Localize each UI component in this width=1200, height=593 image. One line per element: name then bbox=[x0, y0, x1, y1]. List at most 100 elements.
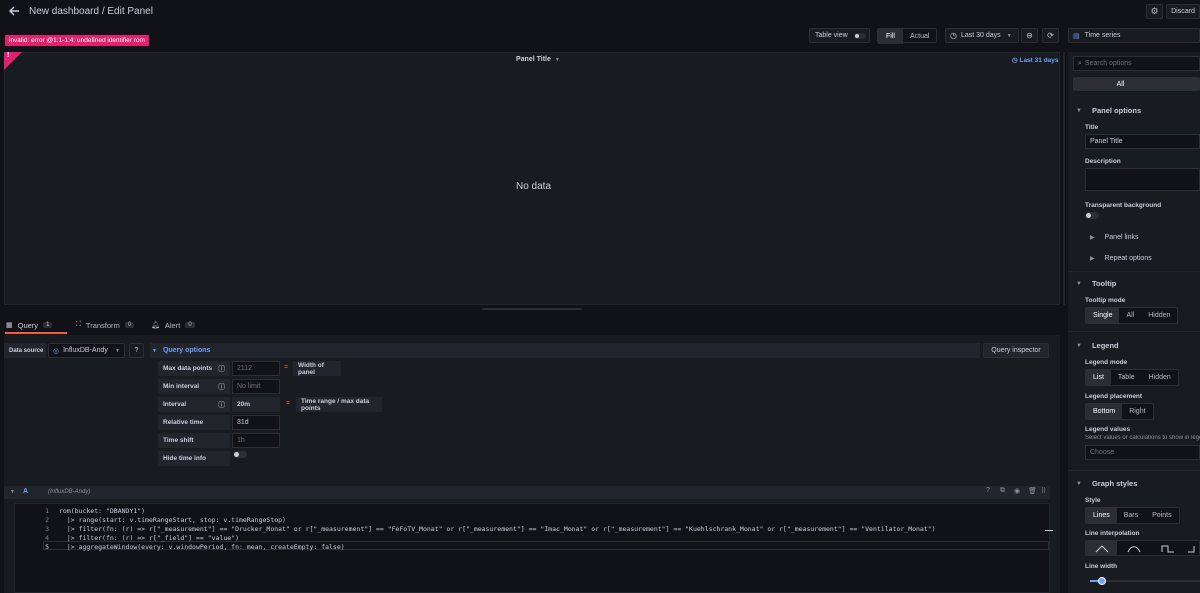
chevron-right-icon: ▶ bbox=[1090, 235, 1095, 241]
eye-icon[interactable]: ◉ bbox=[1014, 487, 1020, 495]
refresh-button[interactable]: ⟳ bbox=[1042, 28, 1059, 43]
legend-placement-group: Bottom Right bbox=[1085, 403, 1154, 420]
data-source-picker[interactable]: ◎ InfluxDB-Andy ▼ bbox=[48, 343, 125, 358]
page-title: New dashboard / Edit Panel bbox=[29, 6, 153, 17]
info-icon: ⓘ bbox=[218, 401, 225, 409]
tooltip-mode-label: Tooltip mode bbox=[1085, 297, 1126, 304]
hide-time-info-switch[interactable] bbox=[233, 451, 247, 458]
data-source-value: InfluxDB-Andy bbox=[63, 347, 108, 354]
interpolation-linear-icon[interactable] bbox=[1086, 541, 1117, 556]
legend-header[interactable]: ▼ Legend bbox=[1076, 341, 1119, 350]
legend-mode-group: List Table Hidden bbox=[1085, 369, 1179, 386]
interpolation-step-after-icon[interactable] bbox=[1185, 541, 1199, 556]
line-width-slider-track[interactable] bbox=[1090, 580, 1200, 582]
time-shift-input[interactable]: 1h bbox=[232, 433, 280, 448]
no-data-text: No data bbox=[516, 181, 552, 192]
panel-options-header[interactable]: ▼ Panel options bbox=[1076, 106, 1141, 115]
database-icon: ▦ bbox=[6, 322, 13, 329]
duplicate-icon[interactable]: ⧉ bbox=[1000, 487, 1005, 495]
question-circle-icon: ? bbox=[134, 347, 139, 354]
description-textarea[interactable] bbox=[1085, 168, 1200, 191]
legend-values-select[interactable]: Choose bbox=[1085, 445, 1200, 460]
data-source-help-button[interactable]: ? bbox=[129, 343, 144, 358]
time-shift-placeholder: 1h bbox=[237, 437, 245, 444]
min-interval-text: Min interval bbox=[163, 383, 200, 390]
zoom-out-button[interactable]: ⊖ bbox=[1021, 28, 1038, 43]
max-data-points-label: Max data points ⓘ bbox=[158, 361, 230, 376]
max-data-points-text: Max data points bbox=[163, 365, 213, 372]
section-divider bbox=[1068, 271, 1200, 272]
fill-actual-group: Fill Actual bbox=[877, 28, 938, 44]
line-width-slider-handle[interactable] bbox=[1098, 577, 1106, 585]
hide-time-info-label: Hide time info bbox=[158, 451, 230, 466]
legend-placement-bottom[interactable]: Bottom bbox=[1086, 404, 1123, 419]
tooltip-mode-single[interactable]: Single bbox=[1086, 308, 1120, 323]
repeat-options-header[interactable]: ▶ Repeat options bbox=[1090, 255, 1152, 262]
title-input-value: Panel Title bbox=[1090, 138, 1123, 145]
query-inspector-button[interactable]: Query inspector bbox=[983, 343, 1049, 358]
flux-code-editor[interactable]: 1 rom(bucket: "DBANDY1") 2 |> range(star… bbox=[14, 503, 1053, 593]
relative-time-input[interactable]: 31d bbox=[232, 415, 280, 430]
tab-query[interactable]: ▦ Query 1 bbox=[6, 318, 53, 332]
all-tab[interactable]: All bbox=[1073, 77, 1200, 91]
interpolation-step-before-icon[interactable] bbox=[1151, 541, 1185, 556]
time-range-picker[interactable]: ◷ Last 30 days ▼ bbox=[945, 28, 1019, 43]
panel-resize-handle[interactable] bbox=[482, 308, 582, 310]
tooltip-mode-hidden[interactable]: Hidden bbox=[1141, 308, 1177, 323]
scrollbar-marker[interactable] bbox=[1045, 530, 1053, 531]
legend-placement-right[interactable]: Right bbox=[1122, 404, 1152, 419]
code-line: rom(bucket: "DBANDY1") bbox=[59, 507, 146, 515]
chevron-right-icon: ▶ bbox=[1090, 256, 1095, 262]
graph-style-points[interactable]: Points bbox=[1145, 508, 1178, 523]
discard-button[interactable]: Discard bbox=[1166, 4, 1200, 19]
line-number: 2 bbox=[45, 516, 49, 524]
line-width-label: Line width bbox=[1085, 563, 1118, 570]
tooltip-mode-all[interactable]: All bbox=[1119, 308, 1141, 323]
search-options-input[interactable]: ⌕ Search options bbox=[1073, 56, 1200, 71]
graph-styles-header[interactable]: ▼ Graph styles bbox=[1076, 479, 1137, 488]
legend-values-description: Select values or calculations to show in… bbox=[1085, 435, 1200, 441]
legend-mode-hidden[interactable]: Hidden bbox=[1142, 370, 1178, 385]
interpolation-smooth-icon[interactable] bbox=[1117, 541, 1151, 556]
trash-icon[interactable]: 🗑︎ bbox=[1028, 487, 1037, 495]
visualization-picker[interactable]: ▤ Time series bbox=[1068, 28, 1200, 43]
influxdb-icon: ◎ bbox=[53, 347, 60, 355]
line-number: 4 bbox=[45, 534, 49, 542]
max-data-points-input[interactable]: 2112 bbox=[232, 361, 280, 376]
actual-option[interactable]: Actual bbox=[903, 29, 936, 44]
gear-icon: ⚙ bbox=[1150, 6, 1159, 16]
legend-values-placeholder: Choose bbox=[1090, 449, 1115, 456]
tooltip-mode-group: Single All Hidden bbox=[1085, 307, 1179, 324]
tab-transform[interactable]: ⛶ Transform 0 bbox=[76, 318, 135, 332]
graph-style-bars[interactable]: Bars bbox=[1117, 508, 1145, 523]
info-icon: ⓘ bbox=[218, 365, 225, 373]
graph-style-group: Lines Bars Points bbox=[1085, 507, 1180, 524]
legend-mode-table[interactable]: Table bbox=[1111, 370, 1142, 385]
vertical-splitter[interactable] bbox=[1063, 52, 1065, 305]
settings-button[interactable]: ⚙ bbox=[1146, 4, 1163, 19]
help-icon[interactable]: ? bbox=[986, 487, 990, 494]
panel-title[interactable]: Panel Title ▼ bbox=[516, 56, 560, 63]
table-view-toggle[interactable]: Table view bbox=[809, 28, 870, 43]
query-options-toggle[interactable]: ▼ Query options bbox=[150, 343, 980, 358]
line-interpolation-group bbox=[1085, 540, 1200, 556]
query-row-header[interactable] bbox=[4, 486, 1050, 499]
graph-style-lines[interactable]: Lines bbox=[1086, 508, 1117, 523]
chevron-down-icon: ▼ bbox=[1076, 480, 1082, 487]
tab-alert[interactable]: 🔔︎ Alert 0 bbox=[151, 318, 195, 332]
info-icon: ⓘ bbox=[218, 383, 225, 391]
back-arrow-icon[interactable] bbox=[8, 5, 20, 17]
error-badge-icon: ! bbox=[7, 52, 10, 59]
time-shift-label: Time shift bbox=[158, 433, 230, 448]
chevron-down-icon[interactable]: ▼ bbox=[10, 489, 15, 495]
code-line: |> filter(fn: (r) => r["_measurement"] =… bbox=[59, 525, 936, 533]
fill-option[interactable]: Fill bbox=[878, 29, 903, 44]
transparent-background-switch[interactable] bbox=[1085, 212, 1099, 219]
min-interval-input[interactable]: No limit bbox=[232, 379, 280, 394]
chevron-down-icon: ▼ bbox=[1006, 32, 1012, 39]
drag-handle-icon[interactable]: ⠿ bbox=[1041, 487, 1046, 495]
legend-mode-list[interactable]: List bbox=[1086, 370, 1111, 385]
tooltip-header[interactable]: ▼ Tooltip bbox=[1076, 279, 1116, 288]
title-input[interactable]: Panel Title bbox=[1085, 134, 1200, 149]
panel-links-header[interactable]: ▶ Panel links bbox=[1090, 234, 1138, 241]
